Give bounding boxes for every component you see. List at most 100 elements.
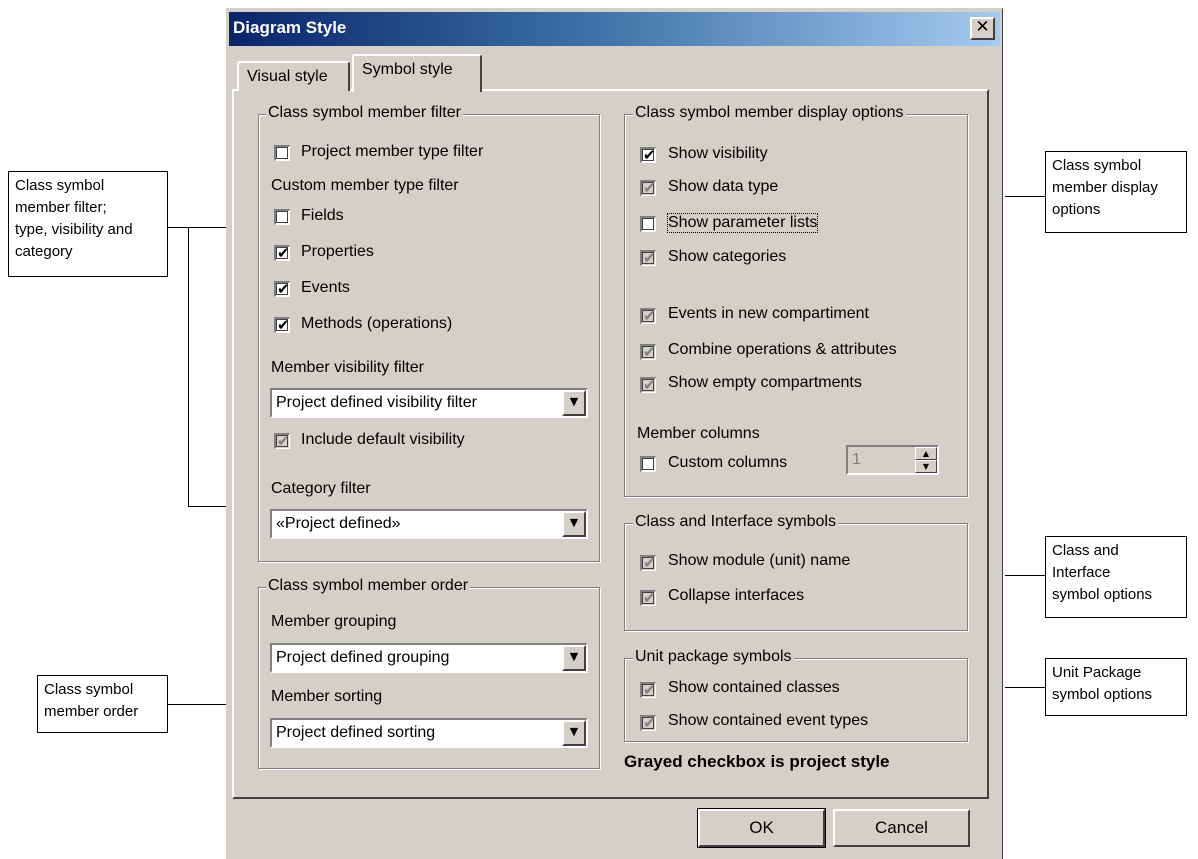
- combine-operations-checkbox[interactable]: ✔: [640, 343, 656, 361]
- class-interface-title: Class and Interface symbols: [633, 513, 838, 531]
- callout-line: Unit Package: [1052, 664, 1142, 681]
- check-icon: ✔: [643, 376, 656, 394]
- events-new-compartment-label: Events in new compartiment: [668, 305, 869, 322]
- callout-unit-package: Unit Package symbol options: [1045, 658, 1187, 716]
- show-contained-classes-checkbox[interactable]: ✔: [640, 681, 656, 699]
- show-data-type-label: Show data type: [668, 178, 779, 195]
- callout-line: Interface: [1052, 564, 1111, 581]
- cancel-button[interactable]: Cancel: [833, 809, 970, 847]
- show-empty-compartments-label: Show empty compartments: [668, 374, 862, 391]
- show-module-name-checkbox[interactable]: ✔: [640, 554, 656, 572]
- callout-bracket-bottom: [188, 506, 230, 507]
- chevron-down-icon[interactable]: ▼: [562, 720, 586, 746]
- callout-bracket: [188, 227, 189, 507]
- show-categories-checkbox[interactable]: ✔: [640, 249, 656, 267]
- check-icon: ✔: [277, 316, 290, 334]
- tab-visual-style[interactable]: Visual style: [237, 61, 350, 91]
- callout-display-options: Class symbol member display options: [1045, 151, 1187, 233]
- tab-symbol-style[interactable]: Symbol style: [352, 54, 482, 92]
- project-type-filter-checkbox[interactable]: [274, 145, 290, 161]
- collapse-interfaces-checkbox[interactable]: ✔: [640, 589, 656, 607]
- callout-bracket-top: [188, 227, 230, 228]
- show-contained-event-types-checkbox[interactable]: ✔: [640, 714, 656, 732]
- callout-connector: [1005, 687, 1045, 688]
- callout-member-order: Class symbol member order: [37, 675, 168, 733]
- check-icon: ✔: [643, 343, 656, 361]
- display-options-title: Class symbol member display options: [633, 104, 906, 122]
- ok-button[interactable]: OK: [697, 808, 826, 848]
- visibility-filter-label: Member visibility filter: [271, 359, 424, 376]
- spin-down-icon[interactable]: ▼: [915, 460, 937, 473]
- category-filter-value: «Project defined»: [276, 515, 401, 532]
- callout-class-interface: Class and Interface symbol options: [1045, 536, 1187, 618]
- check-icon: ✔: [643, 589, 656, 607]
- methods-checkbox[interactable]: ✔: [274, 316, 290, 334]
- properties-label: Properties: [301, 243, 374, 260]
- combine-operations-label: Combine operations & attributes: [668, 341, 897, 358]
- visibility-filter-value: Project defined visibility filter: [276, 394, 477, 411]
- check-icon: ✔: [643, 681, 656, 699]
- show-empty-compartments-checkbox[interactable]: ✔: [640, 376, 656, 394]
- fields-label: Fields: [301, 207, 344, 224]
- member-filter-title: Class symbol member filter: [266, 104, 463, 122]
- dialog-title: Diagram Style: [233, 18, 347, 37]
- events-new-compartment-checkbox[interactable]: ✔: [640, 307, 656, 325]
- close-button[interactable]: ✕: [970, 17, 995, 40]
- show-contained-classes-label: Show contained classes: [668, 679, 840, 696]
- show-visibility-checkbox[interactable]: ✔: [640, 146, 656, 164]
- member-grouping-select[interactable]: Project defined grouping ▼: [270, 643, 588, 673]
- callout-line: symbol options: [1052, 686, 1153, 703]
- check-icon: ✔: [643, 714, 656, 732]
- callout-line: Class symbol: [1052, 157, 1142, 174]
- include-default-visibility-checkbox[interactable]: ✔: [274, 432, 290, 450]
- columns-spinner[interactable]: 1 ▲ ▼: [846, 445, 939, 475]
- properties-checkbox[interactable]: ✔: [274, 244, 290, 262]
- show-categories-label: Show categories: [668, 248, 787, 265]
- custom-columns-label: Custom columns: [668, 454, 788, 471]
- callout-line: member order: [44, 703, 139, 720]
- member-sorting-value: Project defined sorting: [276, 724, 436, 741]
- chevron-down-icon[interactable]: ▼: [562, 645, 586, 671]
- project-type-filter-label: Project member type filter: [301, 143, 484, 160]
- member-order-title: Class symbol member order: [266, 577, 471, 595]
- chevron-down-icon[interactable]: ▼: [562, 390, 586, 416]
- show-parameter-lists-checkbox[interactable]: [640, 216, 656, 232]
- grayed-checkbox-note: Grayed checkbox is project style: [624, 752, 890, 771]
- show-contained-event-types-label: Show contained event types: [668, 712, 869, 729]
- check-icon: ✔: [643, 146, 656, 164]
- spin-up-icon[interactable]: ▲: [915, 447, 937, 460]
- callout-line: member display: [1052, 179, 1158, 196]
- callout-line: Class symbol: [44, 681, 134, 698]
- close-icon: ✕: [975, 17, 990, 37]
- custom-columns-checkbox[interactable]: [640, 456, 656, 472]
- class-interface-group: [624, 523, 968, 631]
- fields-checkbox[interactable]: [274, 209, 290, 225]
- category-filter-select[interactable]: «Project defined» ▼: [270, 509, 588, 539]
- show-parameter-lists-label: Show parameter lists: [666, 213, 819, 233]
- callout-line: type, visibility and: [15, 221, 133, 238]
- callout-member-filter: Class symbol member filter; type, visibi…: [8, 171, 168, 277]
- columns-value: 1: [852, 451, 861, 468]
- member-grouping-value: Project defined grouping: [276, 649, 450, 666]
- check-icon: ✔: [277, 244, 290, 262]
- check-icon: ✔: [643, 179, 656, 197]
- include-default-visibility-label: Include default visibility: [301, 431, 465, 448]
- check-icon: ✔: [643, 554, 656, 572]
- member-sorting-label: Member sorting: [271, 688, 383, 705]
- callout-connector: [168, 227, 188, 228]
- callout-connector: [168, 704, 228, 705]
- check-icon: ✔: [277, 432, 290, 450]
- show-visibility-label: Show visibility: [668, 145, 768, 162]
- category-filter-label: Category filter: [271, 480, 371, 497]
- show-data-type-checkbox[interactable]: ✔: [640, 179, 656, 197]
- callout-line: options: [1052, 201, 1101, 218]
- chevron-down-icon[interactable]: ▼: [562, 511, 586, 537]
- callout-connector: [1005, 196, 1045, 197]
- visibility-filter-select[interactable]: Project defined visibility filter ▼: [270, 388, 588, 418]
- events-checkbox[interactable]: ✔: [274, 280, 290, 298]
- check-icon: ✔: [277, 280, 290, 298]
- callout-line: symbol options: [1052, 586, 1153, 603]
- show-module-name-label: Show module (unit) name: [668, 552, 851, 569]
- member-sorting-select[interactable]: Project defined sorting ▼: [270, 718, 588, 748]
- custom-type-filter-label: Custom member type filter: [271, 177, 459, 194]
